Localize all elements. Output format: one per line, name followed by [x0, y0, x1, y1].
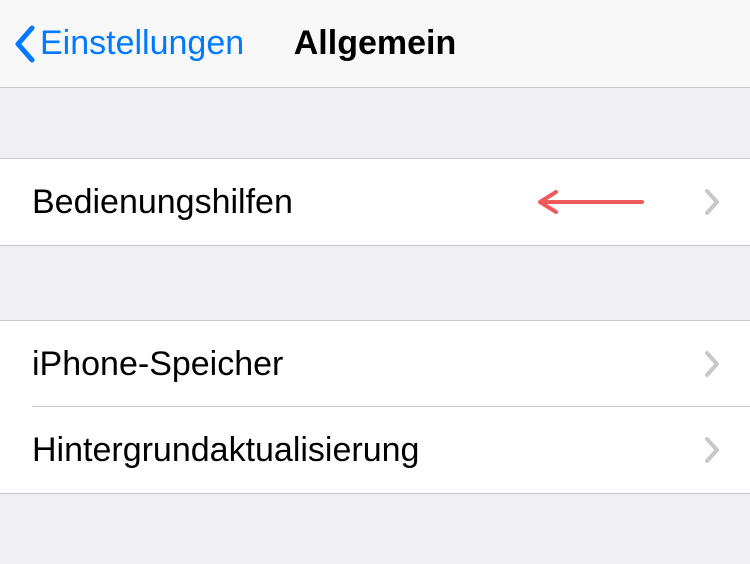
back-label: Einstellungen	[40, 24, 244, 63]
page-title: Allgemein	[294, 24, 456, 63]
row-label: Bedienungshilfen	[32, 183, 534, 222]
row-iphone-storage[interactable]: iPhone-Speicher	[0, 321, 750, 407]
section-gap	[0, 88, 750, 158]
chevron-right-icon	[704, 350, 720, 378]
row-label: Hintergrundaktualisierung	[32, 431, 704, 470]
chevron-right-icon	[704, 188, 720, 216]
back-button[interactable]: Einstellungen	[12, 24, 244, 64]
section-gap	[0, 246, 750, 320]
row-background-app-refresh[interactable]: Hintergrundaktualisierung	[0, 407, 750, 493]
chevron-right-icon	[704, 436, 720, 464]
row-accessibility[interactable]: Bedienungshilfen	[0, 159, 750, 245]
row-label: iPhone-Speicher	[32, 345, 704, 384]
settings-group-accessibility: Bedienungshilfen	[0, 158, 750, 246]
chevron-left-icon	[12, 24, 36, 64]
navigation-bar: Einstellungen Allgemein	[0, 0, 750, 88]
settings-group-storage: iPhone-Speicher Hintergrundaktualisierun…	[0, 320, 750, 494]
arrow-left-annotation-icon	[534, 190, 644, 214]
